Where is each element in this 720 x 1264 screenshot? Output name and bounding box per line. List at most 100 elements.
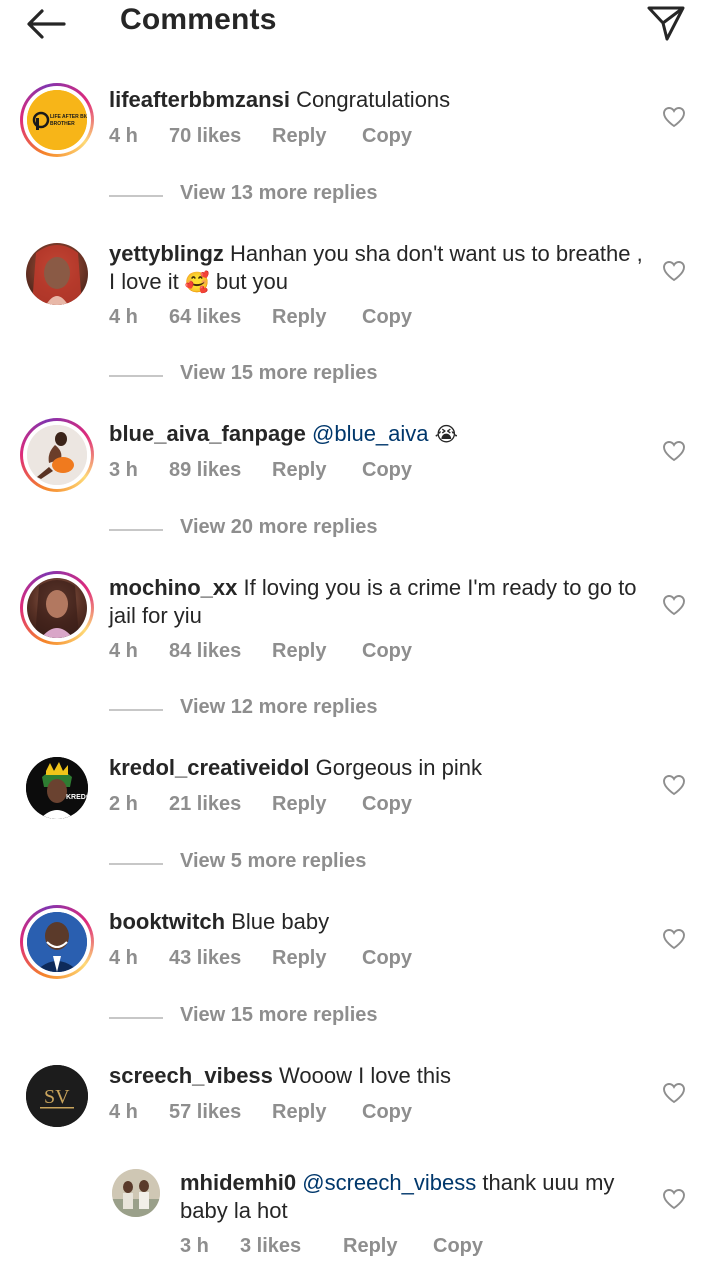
heart-icon[interactable] (662, 440, 686, 462)
comment-time: 4 h (109, 640, 138, 662)
emoji: 😭 (434, 422, 459, 446)
comment-username[interactable]: mochino_xx (109, 575, 237, 600)
reply-button[interactable]: Reply (343, 1235, 397, 1258)
divider (109, 195, 163, 197)
copy-button[interactable]: Copy (362, 1101, 412, 1124)
heart-icon[interactable] (662, 928, 686, 950)
avatar[interactable] (20, 571, 94, 645)
reply-text: mhidemhi0 @screech_vibess thank uuu my b… (180, 1169, 650, 1225)
comment-body: Wooow I love this (279, 1063, 452, 1088)
avatar[interactable] (20, 418, 94, 492)
reply-button[interactable]: Reply (272, 459, 326, 482)
heart-icon[interactable] (662, 594, 686, 616)
page-title: Comments (120, 3, 277, 36)
back-button[interactable] (26, 8, 66, 40)
avatar[interactable] (20, 905, 94, 979)
copy-button[interactable]: Copy (362, 306, 412, 329)
comment-time: 4 h (109, 947, 138, 969)
comment-likes[interactable]: 43 likes (169, 947, 241, 970)
avatar-image: KREDOL (26, 757, 88, 819)
emoji: 🥰 (184, 270, 210, 294)
svg-text:KREDOL: KREDOL (66, 794, 88, 801)
comment-text: mochino_xx If loving you is a crime I'm … (109, 574, 649, 630)
heart-icon[interactable] (662, 106, 686, 128)
mention-link[interactable]: @screech_vibess (302, 1170, 476, 1195)
divider (109, 375, 163, 377)
avatar[interactable] (112, 1169, 160, 1217)
arrow-left-icon (27, 9, 66, 39)
comment-username[interactable]: booktwitch (109, 909, 225, 934)
view-more-label: View 13 more replies (180, 182, 378, 204)
heart-icon[interactable] (662, 1082, 686, 1104)
comment-username[interactable]: blue_aiva_fanpage (109, 421, 306, 446)
top-bar: Comments (0, 0, 720, 46)
reply-button[interactable]: Reply (272, 640, 326, 663)
copy-button[interactable]: Copy (362, 459, 412, 482)
view-more-label: View 15 more replies (180, 362, 378, 384)
divider (109, 529, 163, 531)
comment-time: 3 h (109, 459, 138, 481)
avatar-image: SV (26, 1065, 88, 1127)
comment-likes[interactable]: 64 likes (169, 306, 241, 329)
heart-icon[interactable] (662, 1188, 686, 1210)
copy-button[interactable]: Copy (362, 793, 412, 816)
comment-likes[interactable]: 21 likes (169, 793, 241, 816)
avatar-image (112, 1169, 160, 1217)
comment-body-end: but you (215, 269, 289, 294)
comment-time: 4 h (109, 306, 138, 328)
svg-text:LIFE AFTER BIG: LIFE AFTER BIG (50, 114, 87, 120)
comment-text: kredol_creativeidol Gorgeous in pink (109, 754, 649, 782)
comment-username[interactable]: yettyblingz (109, 241, 224, 266)
share-button[interactable] (646, 4, 686, 42)
avatar[interactable]: KREDOL (20, 751, 94, 825)
divider (109, 709, 163, 711)
comment-username[interactable]: lifeafterbbmzansi (109, 87, 290, 112)
comment-username[interactable]: screech_vibess (109, 1063, 273, 1088)
reply-time: 3 h (180, 1235, 209, 1257)
copy-button[interactable]: Copy (362, 125, 412, 148)
view-more-label: View 15 more replies (180, 1004, 378, 1026)
comment-username[interactable]: kredol_creativeidol (109, 755, 310, 780)
copy-button[interactable]: Copy (433, 1235, 483, 1258)
view-more-label: View 12 more replies (180, 696, 378, 718)
avatar-image (27, 425, 87, 485)
heart-icon[interactable] (662, 260, 686, 282)
comment-text: blue_aiva_fanpage @blue_aiva 😭 (109, 420, 649, 448)
reply-button[interactable]: Reply (272, 306, 326, 329)
divider (109, 1017, 163, 1019)
comment-body: Congratulations (296, 87, 451, 112)
comment-text: screech_vibess Wooow I love this (109, 1062, 649, 1090)
comment-likes[interactable]: 70 likes (169, 125, 241, 148)
reply-likes[interactable]: 3 likes (240, 1235, 301, 1258)
comment-likes[interactable]: 84 likes (169, 640, 241, 663)
comment-time: 4 h (109, 1101, 138, 1123)
avatar-image: LIFE AFTER BIG BROTHER (27, 90, 87, 150)
reply-username[interactable]: mhidemhi0 (180, 1170, 296, 1195)
avatar[interactable]: LIFE AFTER BIG BROTHER (20, 83, 94, 157)
avatar[interactable] (20, 237, 94, 311)
view-more-label: View 5 more replies (180, 850, 367, 872)
avatar-image (27, 578, 87, 638)
comment-text: booktwitch Blue baby (109, 908, 649, 936)
reply-button[interactable]: Reply (272, 1101, 326, 1124)
mention-link[interactable]: @blue_aiva (312, 421, 429, 446)
paper-plane-icon (647, 6, 685, 41)
comment-text: yettyblingz Hanhan you sha don't want us… (109, 240, 649, 296)
comment-likes[interactable]: 89 likes (169, 459, 241, 482)
sv-logo-mark: SV (44, 1086, 70, 1108)
comment-body: Gorgeous in pink (315, 755, 482, 780)
svg-text:BROTHER: BROTHER (50, 121, 75, 127)
comment-time: 4 h (109, 125, 138, 147)
comment-body: Blue baby (231, 909, 330, 934)
copy-button[interactable]: Copy (362, 640, 412, 663)
avatar[interactable]: SV (20, 1059, 94, 1133)
reply-button[interactable]: Reply (272, 947, 326, 970)
heart-icon[interactable] (662, 774, 686, 796)
comment-time: 2 h (109, 793, 138, 815)
copy-button[interactable]: Copy (362, 947, 412, 970)
avatar-image (26, 243, 88, 305)
comment-likes[interactable]: 57 likes (169, 1101, 241, 1124)
reply-button[interactable]: Reply (272, 125, 326, 148)
divider (109, 863, 163, 865)
reply-button[interactable]: Reply (272, 793, 326, 816)
